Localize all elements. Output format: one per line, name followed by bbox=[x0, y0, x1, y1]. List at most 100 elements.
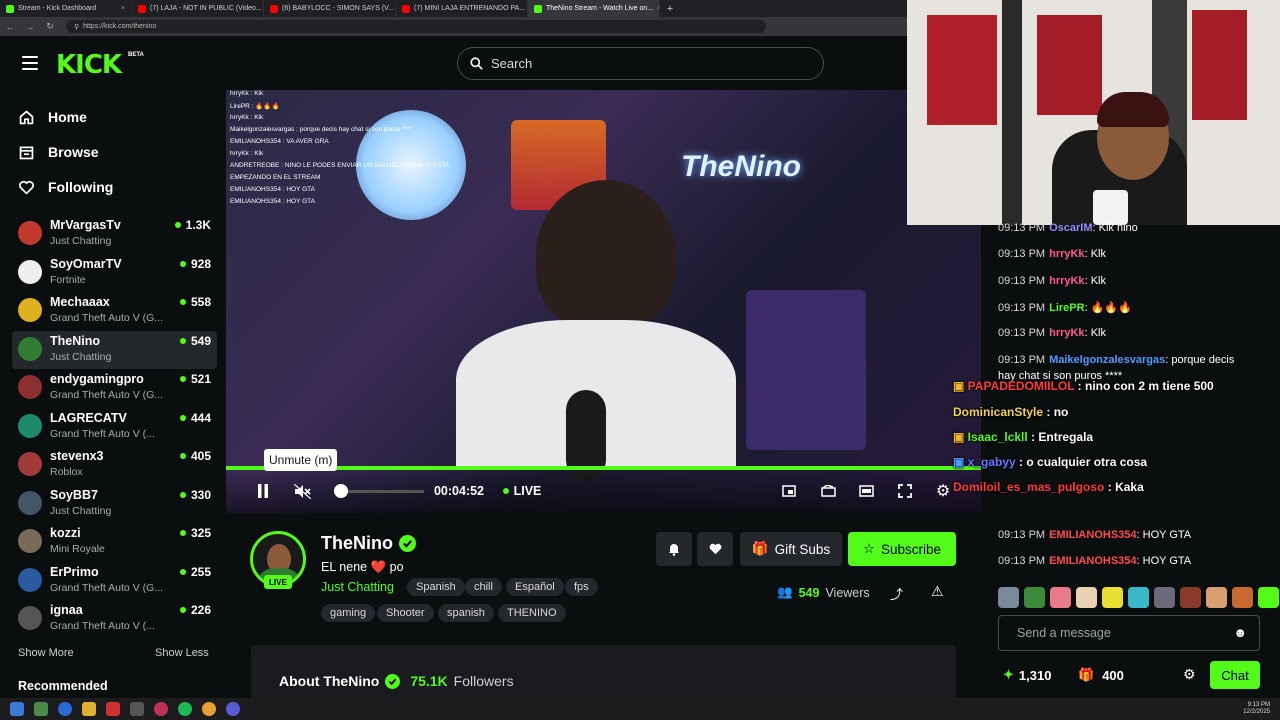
video-player[interactable]: TheNino hrryKk : Klk LirePR : 🔥🔥🔥 hrryKk… bbox=[226, 90, 981, 513]
sidebar-item-following[interactable]: Following bbox=[18, 175, 113, 199]
chrome-icon[interactable] bbox=[202, 702, 216, 716]
menu-icon[interactable] bbox=[22, 56, 38, 70]
tag[interactable]: chill bbox=[465, 578, 502, 596]
emote-icon[interactable] bbox=[1024, 587, 1045, 608]
share-icon[interactable]: ⤴ bbox=[890, 584, 903, 603]
emote-icon[interactable] bbox=[998, 587, 1019, 608]
channel-item[interactable]: kozzi Mini Royale 325 bbox=[12, 523, 217, 562]
channel-item[interactable]: MrVargasTv Just Chatting 1.3K bbox=[12, 215, 217, 254]
dark-curtain bbox=[1002, 0, 1022, 225]
channel-item[interactable]: endygamingpro Grand Theft Auto V (G... 521 bbox=[12, 369, 217, 408]
emote-icon[interactable] bbox=[1180, 587, 1201, 608]
url-field[interactable]: ⚲ https://kick.com/thenino bbox=[66, 20, 766, 33]
channel-item-active[interactable]: TheNino Just Chatting 549 bbox=[12, 330, 217, 369]
message-username[interactable]: hrryKk bbox=[1049, 327, 1084, 339]
tag[interactable]: gaming bbox=[321, 604, 376, 622]
emote-icon[interactable] bbox=[1076, 587, 1097, 608]
volume-slider[interactable] bbox=[334, 482, 424, 500]
spotify-icon[interactable] bbox=[178, 702, 192, 716]
tag[interactable]: Spanish bbox=[407, 578, 465, 596]
browser-tab-active[interactable]: TheNino Stream - Watch Live on...× bbox=[528, 0, 660, 17]
tag[interactable]: Español bbox=[506, 578, 564, 596]
message-username[interactable]: hrryKk bbox=[1049, 248, 1084, 260]
forward-icon[interactable]: → bbox=[20, 22, 40, 32]
tag[interactable]: THENINO bbox=[498, 604, 566, 622]
channel-item[interactable]: ignaa Grand Theft Auto V (... 226 bbox=[12, 600, 217, 639]
file-explorer-icon[interactable] bbox=[82, 702, 96, 716]
close-icon[interactable]: × bbox=[121, 5, 125, 12]
sidebar-item-home[interactable]: Home bbox=[18, 105, 87, 129]
taskbar-app-icon[interactable] bbox=[34, 702, 48, 716]
about-heading-text: About TheNino bbox=[279, 673, 380, 689]
chat-message: 09:13 PM EMILIANOHS354: HOY GTA bbox=[998, 555, 1191, 567]
emote-icon[interactable] bbox=[1258, 587, 1279, 608]
miniplayer-icon[interactable] bbox=[780, 482, 798, 500]
bell-icon bbox=[669, 543, 679, 556]
message-username[interactable]: EMILIANOHS354 bbox=[1049, 529, 1136, 541]
sidebar-item-browse[interactable]: Browse bbox=[18, 140, 99, 164]
pause-icon[interactable] bbox=[254, 482, 272, 500]
theater-mode-icon[interactable] bbox=[857, 482, 875, 500]
notification-bell-button[interactable] bbox=[656, 532, 692, 566]
subscribe-button[interactable]: ☆ Subscribe bbox=[848, 532, 956, 566]
emote-icon[interactable] bbox=[1050, 587, 1071, 608]
channel-item[interactable]: Mechaaax Grand Theft Auto V (G... 558 bbox=[12, 292, 217, 331]
beta-label: BETA bbox=[128, 52, 144, 58]
browser-tab[interactable]: Stream - Kick Dashboard × bbox=[0, 0, 132, 17]
channel-name: MrVargasTv bbox=[50, 218, 121, 232]
emote-icon[interactable] bbox=[1232, 587, 1253, 608]
message-text: Klk nino bbox=[1098, 222, 1138, 234]
message-username[interactable]: OscarIM bbox=[1049, 222, 1092, 234]
channel-item[interactable]: SoyOmarTV Fortnite 928 bbox=[12, 254, 217, 293]
taskbar-app-icon[interactable] bbox=[130, 702, 144, 716]
tab-label: (7) LAJA - NOT IN PUBLIC (Video... bbox=[150, 5, 262, 12]
browser-tab[interactable]: (6) BABYLOCC - SIMON SAYS (V...× bbox=[264, 0, 396, 17]
tag[interactable]: fps bbox=[565, 578, 598, 596]
taskbar-app-icon[interactable] bbox=[106, 702, 120, 716]
chat-settings-gear-icon[interactable]: ⚙ bbox=[1183, 666, 1196, 683]
emote-icon[interactable] bbox=[1154, 587, 1175, 608]
discord-icon[interactable] bbox=[226, 702, 240, 716]
windows-start-icon[interactable] bbox=[10, 702, 24, 716]
reload-icon[interactable]: ↻ bbox=[40, 21, 60, 32]
emote-icon[interactable] bbox=[1206, 587, 1227, 608]
kick-logo[interactable]: KICK bbox=[56, 50, 122, 80]
follow-button[interactable] bbox=[697, 532, 733, 566]
chat-send-button[interactable]: Chat bbox=[1210, 661, 1260, 689]
message-username[interactable]: hrryKk bbox=[1049, 275, 1084, 287]
emoji-icon[interactable]: ☻ bbox=[1233, 625, 1247, 640]
channel-points[interactable]: ✦ 1,310 bbox=[1003, 667, 1051, 683]
edge-browser-icon[interactable] bbox=[58, 702, 72, 716]
gift-count[interactable]: 🎁 400 bbox=[1078, 667, 1124, 683]
channel-item[interactable]: stevenx3 Roblox 405 bbox=[12, 446, 217, 485]
channel-item[interactable]: LAGRECATV Grand Theft Auto V (... 444 bbox=[12, 408, 217, 447]
tag[interactable]: spanish bbox=[438, 604, 494, 622]
stream-category[interactable]: Just Chatting bbox=[321, 580, 394, 594]
search-input[interactable]: Search bbox=[457, 47, 824, 80]
show-less-link[interactable]: Show Less bbox=[155, 647, 209, 659]
channel-name: TheNino bbox=[50, 333, 100, 348]
streamer-name[interactable]: TheNino bbox=[321, 533, 416, 554]
message-username[interactable]: LirePR bbox=[1049, 302, 1084, 314]
settings-gear-icon[interactable]: ⚙ bbox=[934, 482, 952, 500]
tag[interactable]: Shooter bbox=[377, 604, 434, 622]
chat-message-input[interactable]: Send a message ☻ bbox=[998, 615, 1260, 651]
emote-icon[interactable] bbox=[1102, 587, 1123, 608]
gift-subs-button[interactable]: 🎁 Gift Subs bbox=[740, 532, 842, 566]
channel-item[interactable]: SoyBB7 Just Chatting 330 bbox=[12, 485, 217, 524]
back-icon[interactable]: ← bbox=[0, 22, 20, 32]
new-tab-icon[interactable]: + bbox=[660, 3, 680, 15]
report-warning-icon[interactable]: ⚠ bbox=[931, 583, 944, 600]
browser-tab[interactable]: (7) LAJA - NOT IN PUBLIC (Video...× bbox=[132, 0, 264, 17]
message-username[interactable]: EMILIANOHS354 bbox=[1049, 555, 1136, 567]
emote-icon[interactable] bbox=[1128, 587, 1149, 608]
fullscreen-icon[interactable] bbox=[896, 482, 914, 500]
browser-tab[interactable]: (7) MINI LAJA ENTRENANDO PA...× bbox=[396, 0, 528, 17]
taskbar-app-icon[interactable] bbox=[154, 702, 168, 716]
muted-volume-icon[interactable] bbox=[292, 482, 312, 500]
system-clock[interactable]: 9:13 PM 12/2/2025 bbox=[1243, 702, 1270, 716]
clip-icon[interactable] bbox=[819, 482, 837, 500]
channel-item[interactable]: ErPrimo Grand Theft Auto V (G... 255 bbox=[12, 562, 217, 601]
show-more-link[interactable]: Show More bbox=[18, 647, 74, 659]
message-username[interactable]: Maikelgonzalesvargas bbox=[1049, 354, 1165, 366]
